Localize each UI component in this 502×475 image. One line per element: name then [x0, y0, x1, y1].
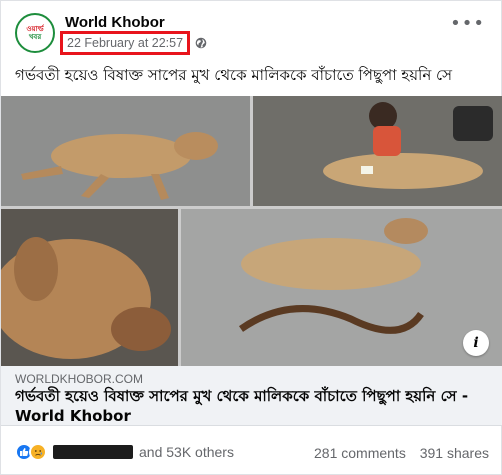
- photo-dog-lying[interactable]: [1, 96, 250, 206]
- shares-count[interactable]: 391 shares: [420, 445, 489, 461]
- dog-illustration: [1, 96, 250, 206]
- dog-snake-illustration: [181, 209, 502, 366]
- post-photo-grid[interactable]: i: [1, 96, 502, 366]
- link-preview[interactable]: WORLDKHOBOR.COM গর্ভবতী হয়েও বিষাক্ত সা…: [1, 366, 502, 426]
- info-icon[interactable]: i: [463, 330, 489, 356]
- globe-icon: [195, 37, 207, 49]
- post-meta: 22 February at 22:57: [60, 30, 207, 55]
- reactions-summary[interactable]: and 53K others: [15, 443, 234, 461]
- page-name-link[interactable]: World Khobor: [65, 14, 165, 31]
- photo-dog-face-closeup[interactable]: [1, 209, 178, 366]
- redacted-name: [53, 445, 133, 459]
- reactions-others-count: and 53K others: [139, 444, 234, 460]
- avatar-text-top: ওয়ার্ল্ড: [26, 25, 44, 33]
- link-domain: WORLDKHOBOR.COM: [15, 372, 144, 386]
- post-header: ওয়ার্ল্ড খবর World Khobor 22 February a…: [15, 13, 491, 55]
- comments-count[interactable]: 281 comments: [314, 445, 406, 461]
- avatar-text-bottom: খবর: [28, 33, 42, 41]
- sad-reaction-icon: [29, 443, 47, 461]
- dog-face-illustration: [1, 209, 178, 366]
- more-options-icon[interactable]: •••: [450, 13, 485, 34]
- engagement-counts: 281 comments 391 shares: [314, 445, 489, 461]
- page-avatar[interactable]: ওয়ার্ল্ড খবর: [15, 13, 55, 53]
- post-caption: গর্ভবতী হয়েও বিষাক্ত সাপের মুখ থেকে মাল…: [15, 66, 453, 84]
- facebook-post-card: ওয়ার্ল্ড খবর World Khobor 22 February a…: [0, 0, 502, 475]
- post-timestamp[interactable]: 22 February at 22:57: [60, 30, 191, 55]
- link-title[interactable]: গর্ভবতী হয়েও বিষাক্ত সাপের মুখ থেকে মাল…: [15, 386, 475, 426]
- post-footer: and 53K others 281 comments 391 shares: [1, 433, 502, 473]
- photo-boy-with-dog[interactable]: [253, 96, 502, 206]
- photo-dog-and-snake[interactable]: i: [181, 209, 502, 366]
- boy-dog-illustration: [253, 96, 502, 206]
